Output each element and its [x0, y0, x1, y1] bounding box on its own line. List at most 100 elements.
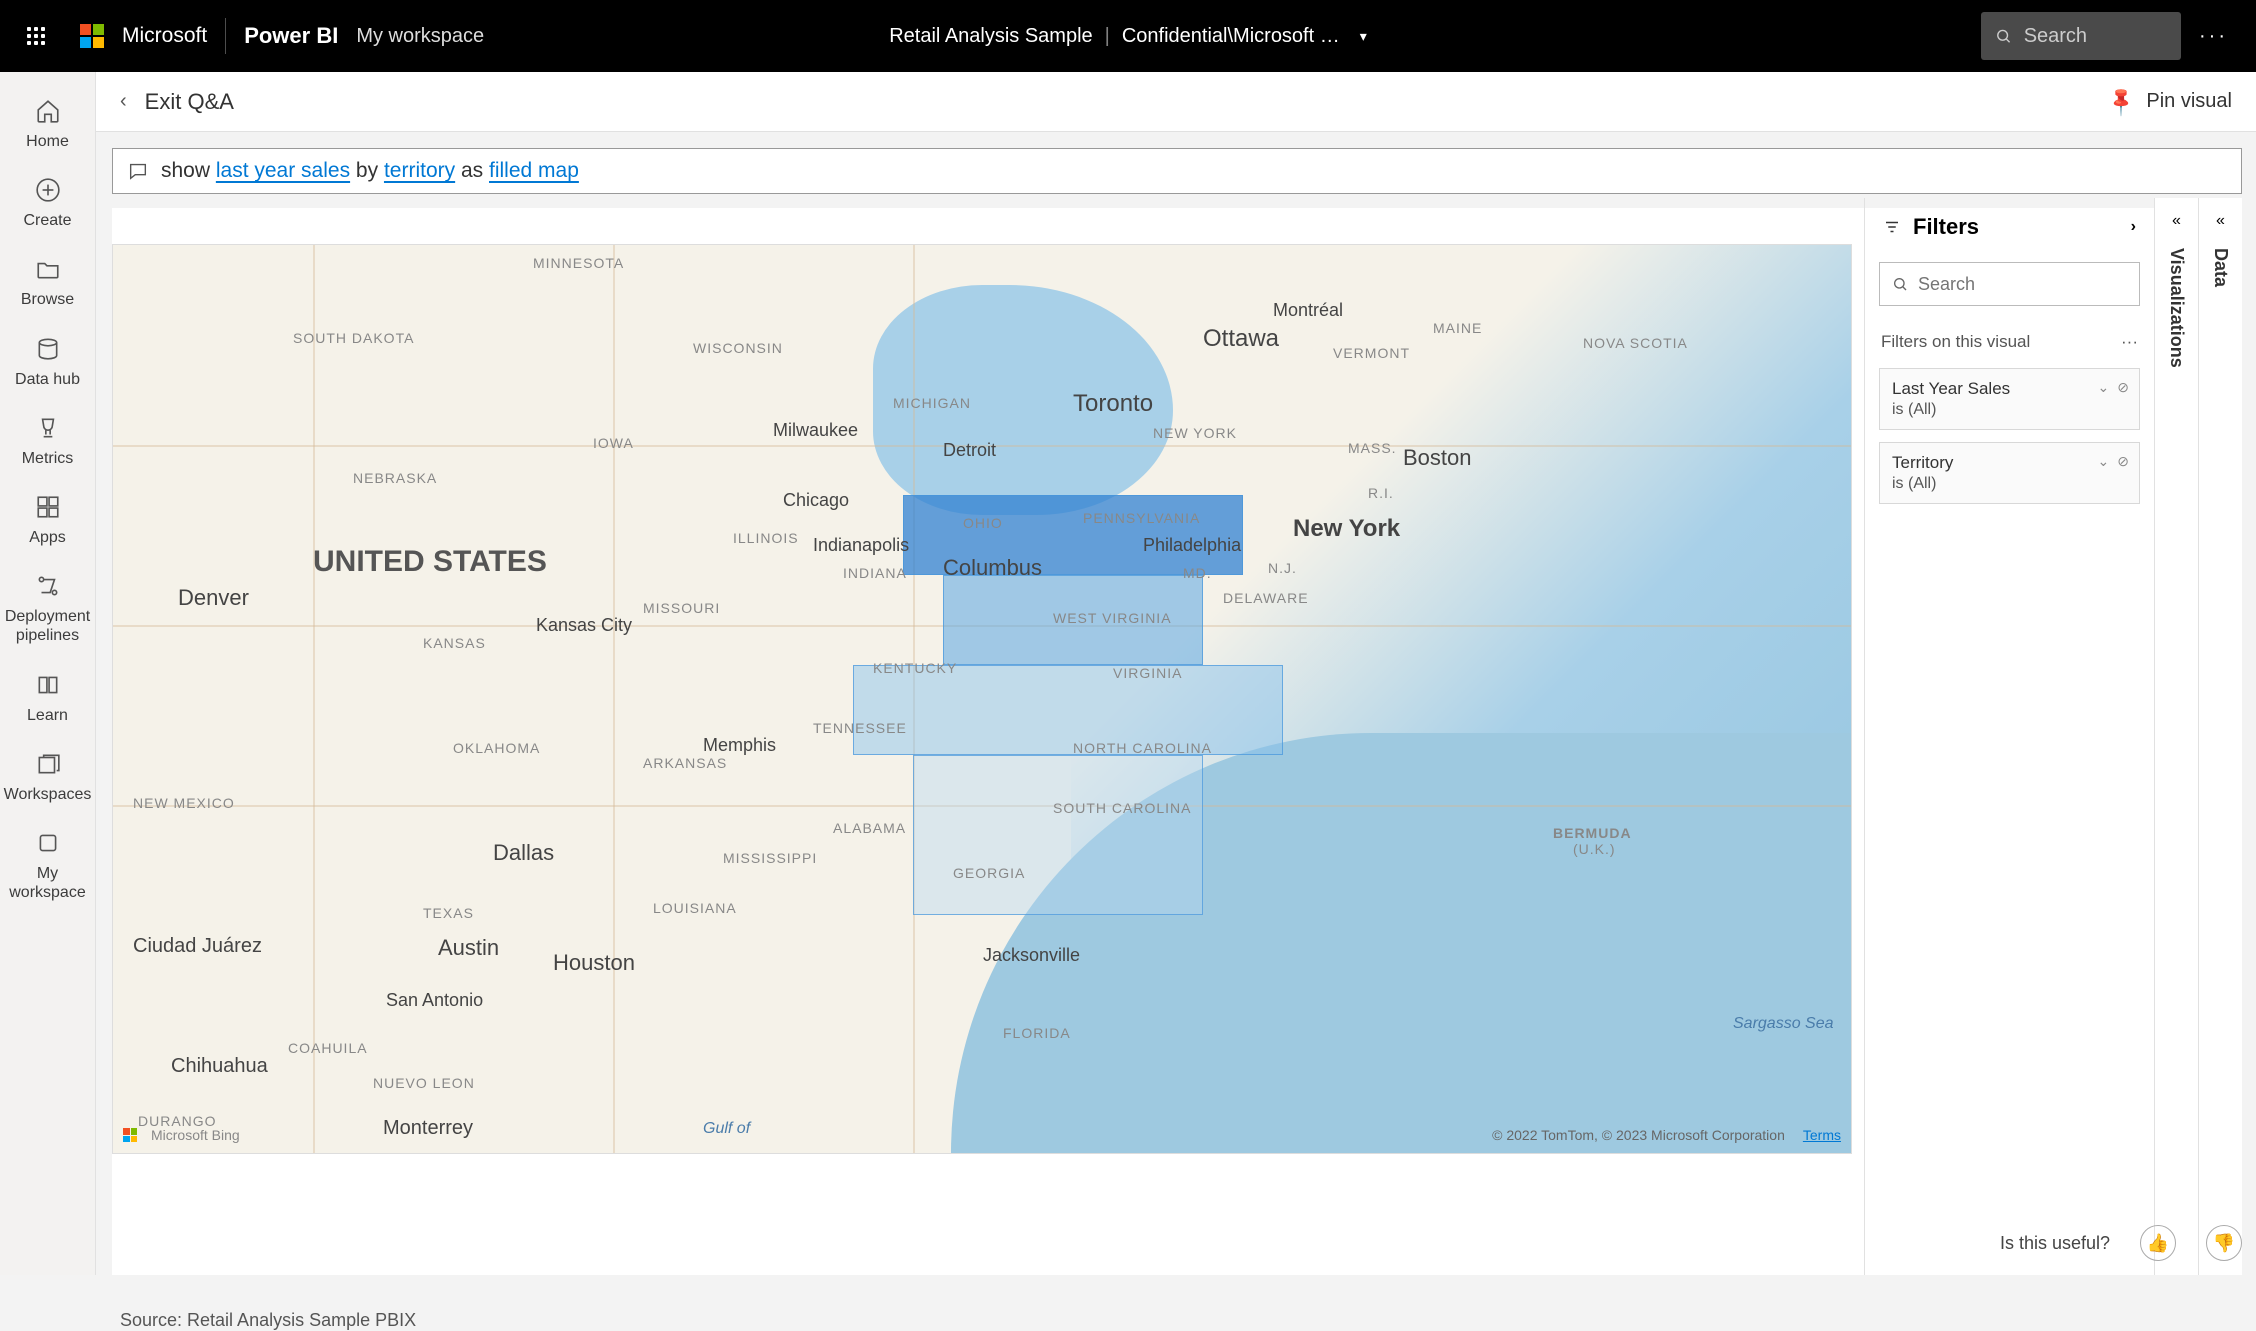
expand-visualizations-button[interactable]: «: [2172, 212, 2181, 230]
map-city: Denver: [178, 585, 249, 611]
map-label: SOUTH CAROLINA: [1053, 800, 1191, 816]
map-label: TENNESSEE: [813, 720, 907, 736]
map-label: LOUISIANA: [653, 900, 737, 916]
source-label: Source: Retail Analysis Sample PBIX: [120, 1310, 416, 1331]
nav-workspaces[interactable]: Workspaces: [0, 737, 95, 816]
map-bing-attribution: Microsoft Bing: [123, 1127, 240, 1143]
visualizations-pane-collapsed[interactable]: « Visualizations: [2154, 198, 2198, 1275]
data-pane-collapsed[interactable]: « Data: [2198, 198, 2242, 1275]
nav-deployment-pipelines[interactable]: Deployment pipelines: [0, 559, 95, 657]
workspaces-icon: [33, 749, 63, 779]
nav-my-workspace[interactable]: My workspace: [0, 816, 95, 914]
qa-query-text: show last year sales by territory as fil…: [161, 159, 579, 183]
map-label: MD.: [1183, 565, 1212, 581]
map-city: Memphis: [703, 735, 776, 756]
nav-label: Deployment pipelines: [4, 607, 91, 645]
report-title-dropdown[interactable]: Retail Analysis Sample | Confidential\Mi…: [889, 25, 1367, 48]
filters-collapse-button[interactable]: ›: [2131, 218, 2136, 236]
create-icon: [33, 175, 63, 205]
map-city: Ottawa: [1203, 325, 1279, 353]
nav-home[interactable]: Home: [0, 84, 95, 163]
waffle-icon: [27, 27, 45, 45]
nav-label: Apps: [29, 528, 65, 547]
app-launcher-button[interactable]: [20, 20, 52, 52]
report-name: Retail Analysis Sample: [889, 25, 1092, 48]
chevron-down-icon: ▾: [1360, 28, 1367, 45]
thumbs-up-button[interactable]: 👍: [2140, 1225, 2176, 1261]
qa-phrase-territory[interactable]: territory: [384, 159, 455, 182]
chat-icon: [127, 160, 149, 182]
map-attribution: © 2022 TomTom, © 2023 Microsoft Corporat…: [1492, 1127, 1841, 1143]
more-options-button[interactable]: ···: [2199, 25, 2228, 48]
main-area: UNITED STATES MINNESOTA SOUTH DAKOTA WIS…: [112, 208, 2242, 1275]
map-label: VERMONT: [1333, 345, 1410, 361]
map-label: NEW YORK: [1153, 425, 1237, 441]
map-city: Columbus: [943, 555, 1042, 581]
filter-name: Territory: [1892, 453, 2127, 473]
header-right: ···: [1981, 12, 2236, 60]
thumbs-down-button[interactable]: 👎: [2206, 1225, 2242, 1261]
clear-icon[interactable]: ⊘: [2117, 453, 2129, 470]
map-city: San Antonio: [386, 990, 483, 1011]
qa-phrase-last-year-sales[interactable]: last year sales: [216, 159, 350, 182]
map-label: MASS.: [1348, 440, 1397, 456]
pin-label: Pin visual: [2146, 90, 2232, 113]
clear-icon[interactable]: ⊘: [2117, 379, 2129, 396]
nav-browse[interactable]: Browse: [0, 242, 95, 321]
qa-phrase-filled-map[interactable]: filled map: [489, 159, 579, 182]
nav-label: Browse: [21, 290, 74, 309]
map-label: MISSOURI: [643, 600, 720, 616]
filled-state-tn-nc: [853, 665, 1283, 755]
map-label: MICHIGAN: [893, 395, 971, 411]
nav-apps[interactable]: Apps: [0, 480, 95, 559]
back-button[interactable]: ‹: [120, 90, 127, 113]
map-city: Detroit: [943, 440, 996, 461]
map-label: NORTH CAROLINA: [1073, 740, 1212, 756]
exit-qa-button[interactable]: Exit Q&A: [145, 89, 234, 115]
filter-card-territory[interactable]: Territory is (All) ⌄ ⊘: [1879, 442, 2140, 504]
filter-search[interactable]: [1879, 262, 2140, 306]
qa-input-bar[interactable]: show last year sales by territory as fil…: [112, 148, 2242, 194]
visualizations-label: Visualizations: [2166, 248, 2187, 368]
filters-panel: Filters › Filters on this visual ··· Las…: [1864, 198, 2154, 1275]
global-search[interactable]: [1981, 12, 2181, 60]
map-water-label: Sargasso Sea: [1733, 1015, 1834, 1033]
filters-section-more-button[interactable]: ···: [2121, 332, 2138, 352]
map-label: (U.K.): [1573, 841, 1616, 857]
map-city: Austin: [438, 935, 499, 961]
expand-data-button[interactable]: «: [2216, 212, 2225, 230]
chevron-down-icon[interactable]: ⌄: [2098, 453, 2110, 470]
nav-learn[interactable]: Learn: [0, 658, 95, 737]
left-nav: Home Create Browse Data hub Metrics Apps…: [0, 72, 96, 1275]
map-city: New York: [1293, 515, 1400, 543]
filled-map-visual[interactable]: UNITED STATES MINNESOTA SOUTH DAKOTA WIS…: [112, 244, 1852, 1154]
map-label: SOUTH DAKOTA: [293, 330, 414, 346]
pipelines-icon: [33, 571, 63, 601]
nav-create[interactable]: Create: [0, 163, 95, 242]
product-label[interactable]: Power BI: [244, 23, 338, 49]
pin-icon: 📌: [2104, 84, 2139, 119]
map-label: NEBRASKA: [353, 470, 437, 486]
header-divider: [225, 18, 226, 54]
global-search-input[interactable]: [2024, 25, 2167, 48]
nav-data-hub[interactable]: Data hub: [0, 322, 95, 401]
map-terms-link[interactable]: Terms: [1803, 1127, 1841, 1143]
filter-value: is (All): [1892, 475, 2127, 493]
filter-card-last-year-sales[interactable]: Last Year Sales is (All) ⌄ ⊘: [1879, 368, 2140, 430]
nav-metrics[interactable]: Metrics: [0, 401, 95, 480]
map-container: UNITED STATES MINNESOTA SOUTH DAKOTA WIS…: [112, 244, 1864, 1275]
filter-search-input[interactable]: [1918, 274, 2127, 295]
nav-label: Learn: [27, 706, 68, 725]
pin-visual-button[interactable]: 📌 Pin visual: [2109, 89, 2232, 114]
data-label: Data: [2210, 248, 2231, 287]
data-hub-icon: [33, 334, 63, 364]
map-city: Toronto: [1073, 390, 1153, 418]
workspace-breadcrumb[interactable]: My workspace: [356, 25, 484, 48]
map-city: Chihuahua: [171, 1055, 268, 1078]
filters-title: Filters: [1913, 214, 1979, 240]
map-label: TEXAS: [423, 905, 474, 921]
map-label: MAINE: [1433, 320, 1482, 336]
chevron-down-icon[interactable]: ⌄: [2098, 379, 2110, 396]
filter-name: Last Year Sales: [1892, 379, 2127, 399]
metrics-icon: [33, 413, 63, 443]
